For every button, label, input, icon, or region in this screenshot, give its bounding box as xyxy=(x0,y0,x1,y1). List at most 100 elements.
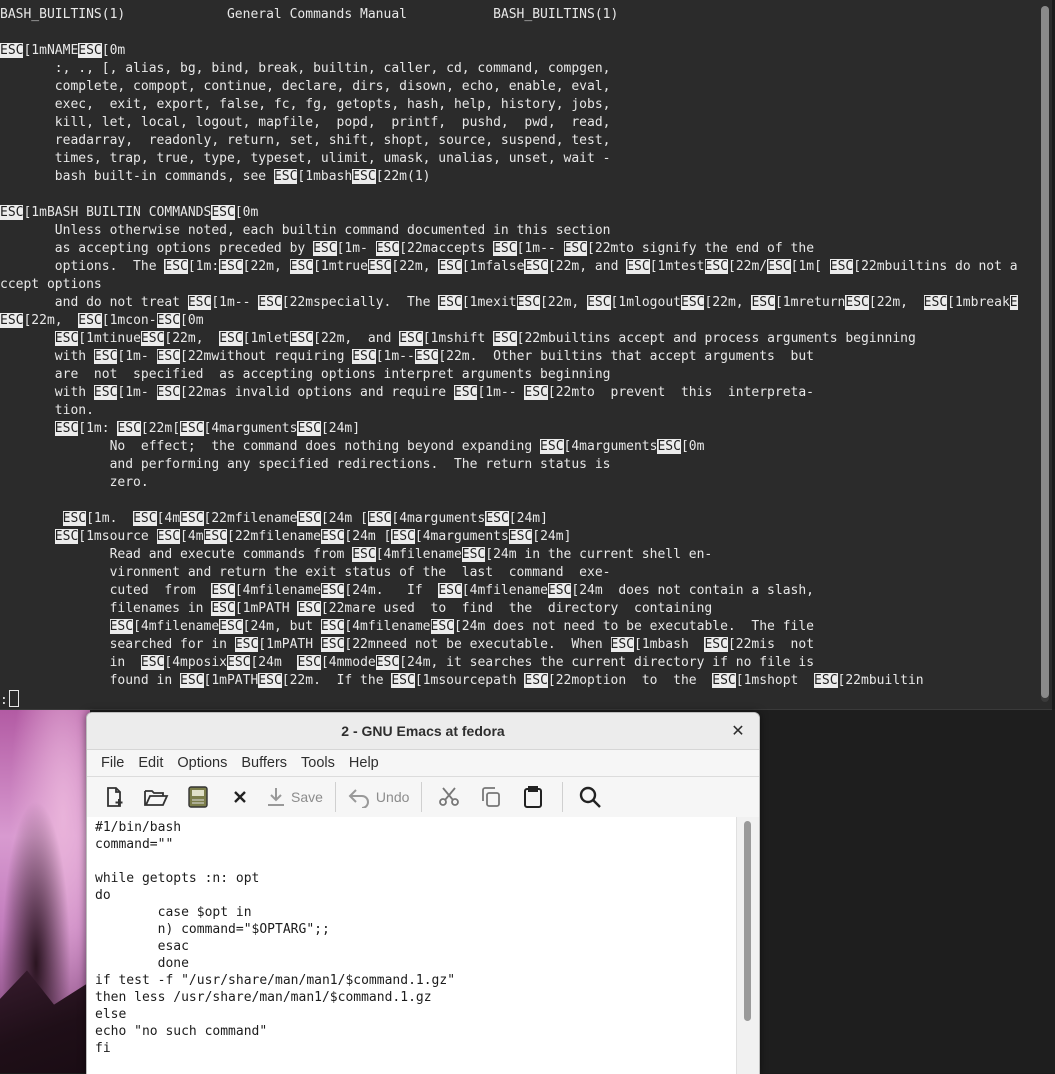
escape-marker: ESC xyxy=(320,637,345,652)
terminal-text: ccept options xyxy=(0,277,102,292)
terminal-line: times, trap, true, type, typeset, ulimit… xyxy=(0,150,1036,168)
terminal-text: [1mreturn xyxy=(774,295,846,310)
terminal-line: in ESC[4mposixESC[24m ESC[4mmodeESC[24m,… xyxy=(0,654,1036,672)
editor-buffer[interactable]: #1/bin/bash command="" while getopts :n: o… xyxy=(87,817,737,1074)
escape-marker: ESC xyxy=(211,601,235,616)
buffer-line: then less /usr/share/man/man1/$command.1… xyxy=(95,990,432,1005)
undo-button[interactable]: Undo xyxy=(346,781,409,813)
terminal-line: found in ESC[1mPATHESC[22m. If the ESC[1… xyxy=(0,672,1036,690)
window-title: 2 - GNU Emacs at fedora xyxy=(341,723,505,739)
terminal-text: [24m does not need to be executable. The… xyxy=(453,619,815,634)
search-icon xyxy=(580,786,602,808)
escape-marker: ESC xyxy=(297,511,321,526)
escape-marker: ESC xyxy=(814,673,838,688)
escape-marker: ESC xyxy=(297,601,321,616)
escape-marker: ESC xyxy=(438,583,462,598)
cut-icon xyxy=(439,787,460,806)
terminal-text: [1m-- xyxy=(516,241,564,256)
tool-bar: Save Undo xyxy=(87,777,759,818)
terminal-text: [24m [ xyxy=(320,511,368,526)
escape-marker: ESC xyxy=(320,619,345,634)
escape-marker: ESC xyxy=(133,511,157,526)
terminal-text: [4mfilename xyxy=(375,547,462,562)
terminal-line: readarray, readonly, return, set, shift,… xyxy=(0,132,1036,150)
terminal-line: ESC[4mfilenameESC[24m, but ESC[4mfilenam… xyxy=(0,618,1036,636)
terminal-text: [24m] xyxy=(320,421,361,436)
terminal-text: [1mtest xyxy=(649,259,705,274)
close-buffer-button[interactable] xyxy=(223,781,257,813)
terminal-text: [4mfilename xyxy=(234,583,321,598)
buffer-text[interactable]: #1/bin/bash command="" while getopts :n: o… xyxy=(95,819,455,1057)
terminal-line: exec, exit, export, false, fc, fg, getop… xyxy=(0,96,1036,114)
terminal-text: [1mtinue xyxy=(78,331,141,346)
menu-options[interactable]: Options xyxy=(170,755,234,771)
copy-button[interactable] xyxy=(474,781,508,813)
emacs-titlebar[interactable]: 2 - GNU Emacs at fedora ✕ xyxy=(87,713,759,750)
buffer-line: do xyxy=(95,888,111,903)
terminal-text: [22m, xyxy=(164,331,220,346)
terminal-text: [1m-- xyxy=(477,385,525,400)
escape-marker: ESC xyxy=(563,241,588,256)
open-folder-button[interactable] xyxy=(139,781,173,813)
terminal-text: [22mfilename xyxy=(227,529,321,544)
terminal-text: [1mbreak xyxy=(947,295,1010,310)
escape-marker: ESC xyxy=(156,529,181,544)
escape-marker: ESC xyxy=(289,259,314,274)
new-file-icon xyxy=(107,787,123,807)
cut-button[interactable] xyxy=(432,781,466,813)
emacs-window[interactable]: 2 - GNU Emacs at fedora ✕ File Edit Opti… xyxy=(86,712,760,1074)
terminal-line: ESC[1msource ESC[4mESC[22mfilenameESC[24… xyxy=(0,528,1036,546)
terminal-scrollbar-thumb[interactable] xyxy=(1041,6,1049,698)
menu-edit[interactable]: Edit xyxy=(131,755,170,771)
escape-marker: ESC xyxy=(187,295,212,310)
terminal-text: [22mbuiltins do not a xyxy=(853,259,1018,274)
terminal-text: [24m [ xyxy=(344,529,392,544)
terminal-text: as accepting options preceded by xyxy=(0,241,314,256)
menu-buffers[interactable]: Buffers xyxy=(234,755,294,771)
escape-marker: ESC xyxy=(258,295,282,310)
terminal-text: [22m, xyxy=(868,295,924,310)
buffer-line: n) command="$OPTARG";; xyxy=(95,922,330,937)
menu-file[interactable]: File xyxy=(94,755,131,771)
paste-button[interactable] xyxy=(516,781,550,813)
emacs-scrollbar[interactable] xyxy=(736,817,759,1074)
terminal-line: ESC[1mBASH BUILTIN COMMANDSESC[0m xyxy=(0,204,1036,222)
emacs-scrollbar-thumb[interactable] xyxy=(744,821,751,1021)
escape-marker: ESC xyxy=(140,331,165,346)
terminal-text: [0m xyxy=(180,313,204,328)
terminal-window[interactable]: BASH_BUILTINS(1) General Commands Manual… xyxy=(0,0,1052,710)
menu-help[interactable]: Help xyxy=(342,755,386,771)
terminal-text: Read and execute commands from xyxy=(0,547,353,562)
escape-marker: ESC xyxy=(297,421,321,436)
terminal-text: [22moption to the xyxy=(547,673,713,688)
menu-tools[interactable]: Tools xyxy=(294,755,342,771)
terminal-text: :, ., [, alias, bg, bind, break, builtin… xyxy=(0,61,611,76)
pager-prompt-line[interactable]: : xyxy=(0,690,1036,708)
terminal-text: [1mbash xyxy=(297,169,353,184)
buffer-line: case $opt in xyxy=(95,905,252,920)
terminal-text: [22m. Other builtins that accept argumen… xyxy=(438,349,815,364)
search-button[interactable] xyxy=(573,781,607,813)
escape-marker: ESC xyxy=(508,529,533,544)
new-file-button[interactable] xyxy=(97,781,131,813)
escape-marker: ESC xyxy=(180,673,204,688)
terminal-text: filenames in xyxy=(0,601,212,616)
terminal-line: are not specified as accepting options i… xyxy=(0,366,1036,384)
terminal-scrollbar[interactable] xyxy=(1041,6,1049,702)
escape-marker: ESC xyxy=(829,259,854,274)
terminal-text: [24m xyxy=(250,655,298,670)
close-icon[interactable]: ✕ xyxy=(727,720,749,742)
terminal-text: [1mPATH xyxy=(234,601,298,616)
escape-marker: ESC xyxy=(156,313,181,328)
terminal-text: [1mlogout xyxy=(610,295,681,310)
save-button[interactable]: Save xyxy=(265,781,323,813)
terminal-text: [24m] xyxy=(508,511,548,526)
buffer-line: esac xyxy=(95,939,189,954)
escape-marker: ESC xyxy=(493,331,517,346)
save-disk-button[interactable] xyxy=(181,781,215,813)
terminal-text: [22mspecially. The xyxy=(281,295,439,310)
escape-marker: ESC xyxy=(54,421,79,436)
